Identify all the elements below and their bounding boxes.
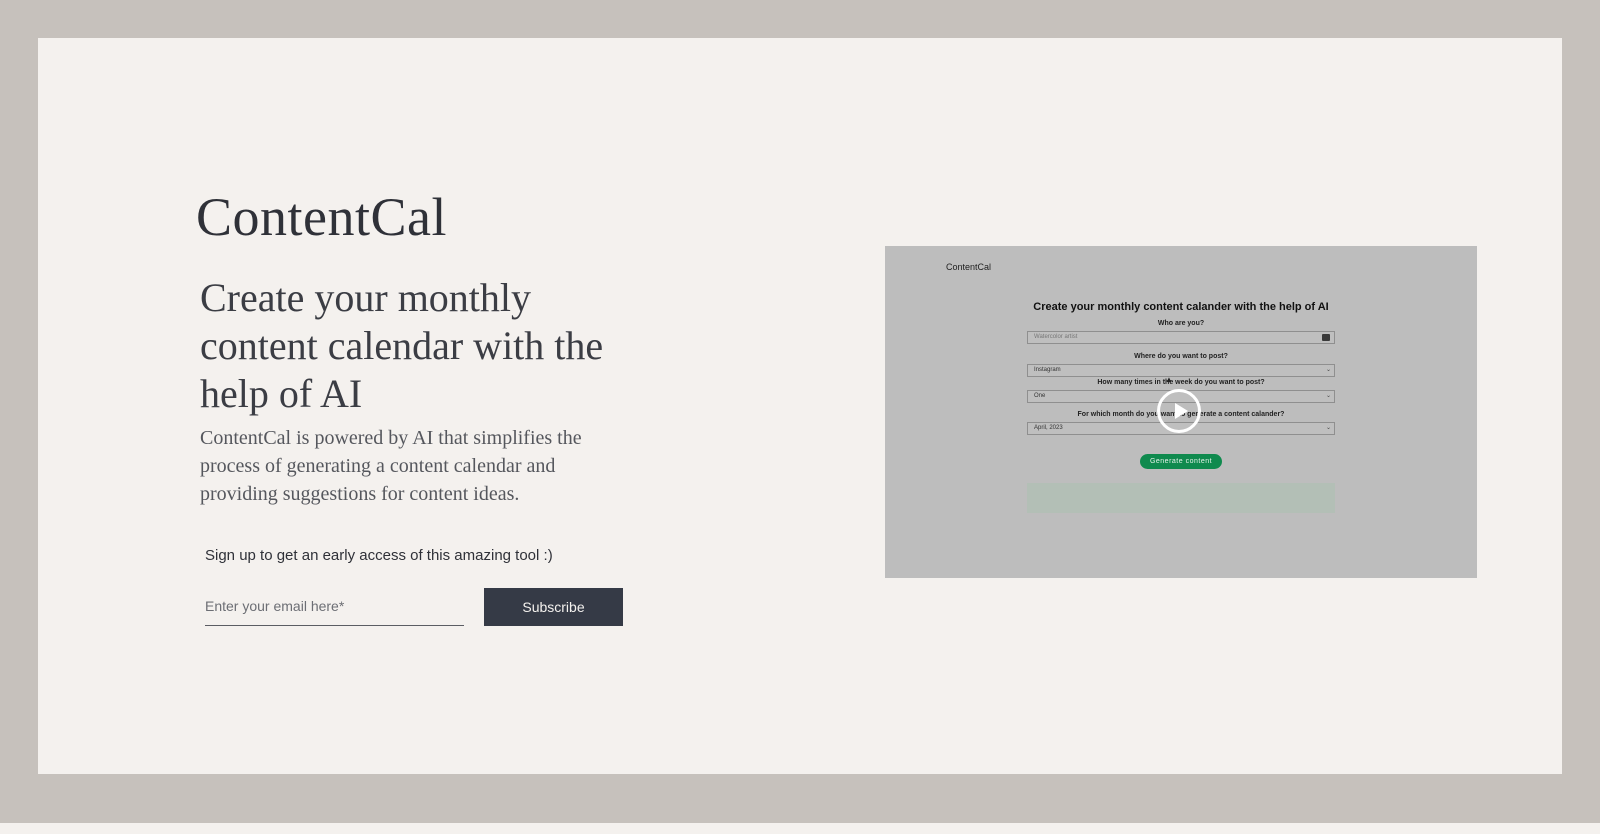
product-description: ContentCal is powered by AI that simplif… [200, 427, 582, 505]
chevron-down-icon: ⌄ [1325, 425, 1331, 431]
video-generate-button: Generate content [1140, 454, 1222, 469]
video-brand: ContentCal [946, 262, 992, 272]
video-form-title: Create your monthly content calander wit… [1033, 301, 1329, 313]
video-q3-value: One [1034, 393, 1046, 399]
video-q2-label: Where do you want to post? [1134, 353, 1228, 360]
email-field[interactable] [205, 586, 464, 626]
video-q2-value: Instagram [1034, 367, 1061, 373]
calendar-icon [1322, 334, 1330, 341]
video-q1-value: Watercolor artist [1034, 334, 1078, 340]
chevron-down-icon: ⌄ [1325, 367, 1331, 373]
video-result-area [1027, 483, 1335, 513]
page-headline: Create your monthly content calendar wit… [200, 275, 604, 416]
subscribe-button[interactable]: Subscribe [484, 588, 623, 626]
cursor-icon: ▲ [1165, 375, 1173, 384]
play-icon[interactable] [1157, 389, 1201, 433]
demo-video[interactable]: ContentCal Create your monthly content c… [885, 246, 1477, 578]
chevron-down-icon: ⌄ [1325, 393, 1331, 399]
brand-title: ContentCal [196, 187, 447, 247]
signup-prompt: Sign up to get an early access of this a… [205, 547, 553, 564]
video-q2-field: Instagram ⌄ [1027, 364, 1335, 377]
video-q4-value: April, 2023 [1034, 425, 1063, 431]
video-q1-label: Who are you? [1157, 320, 1205, 327]
video-q1-field: Watercolor artist [1027, 331, 1335, 344]
video-q3-label: How many times in the week do you want t… [1097, 379, 1265, 386]
